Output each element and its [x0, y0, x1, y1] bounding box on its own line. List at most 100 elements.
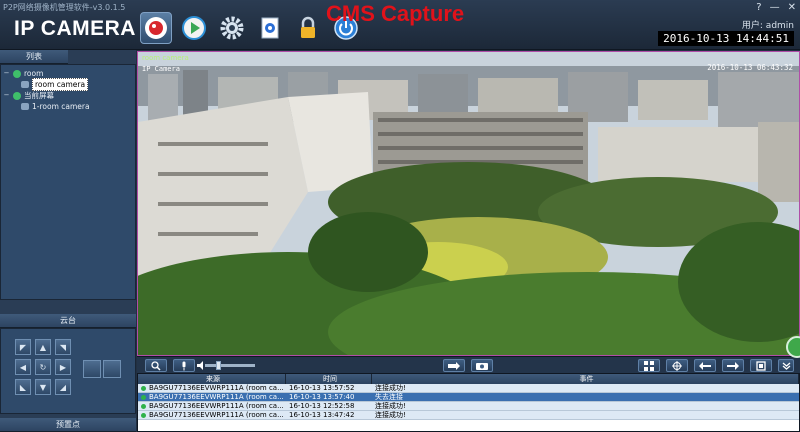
- tree-item-screen-camera[interactable]: 1-room camera: [3, 101, 133, 112]
- speaker-icon: [197, 361, 203, 370]
- row-time: 16-10-13 13:57:52: [289, 384, 355, 392]
- minimize-button[interactable]: —: [770, 2, 780, 13]
- lock-icon: [301, 16, 315, 38]
- ptz-zoom-out-button[interactable]: [103, 360, 121, 378]
- row-event: 连接成功!: [375, 402, 406, 410]
- left-panel: 列表 − room room camera − 当前屏幕 1-room came…: [0, 50, 136, 432]
- video-channel-label: room camera: [142, 54, 189, 62]
- app-title: CMS Capture: [326, 1, 465, 26]
- tab-ptz[interactable]: 云台: [0, 314, 136, 328]
- close-button[interactable]: ✕: [788, 2, 796, 13]
- layout-grid-button[interactable]: [638, 359, 660, 372]
- ptz-up-right-button[interactable]: ◥: [55, 339, 71, 355]
- grid-icon: [644, 360, 654, 371]
- snapshot-button[interactable]: [471, 359, 493, 372]
- row-time: 16-10-13 12:52:58: [289, 402, 355, 410]
- ptz-up-left-button[interactable]: ◤: [15, 339, 31, 355]
- column-time[interactable]: 时间: [286, 374, 372, 384]
- status-dot-icon: [141, 394, 146, 400]
- collapse-panel-button[interactable]: [778, 359, 794, 372]
- row-event: 连接成功!: [375, 384, 406, 392]
- record-arrow-icon: [448, 361, 460, 370]
- tree-label: 1-room camera: [32, 102, 90, 111]
- zoom-button[interactable]: [145, 359, 167, 372]
- talk-button[interactable]: [173, 359, 195, 372]
- help-button[interactable]: ?: [756, 2, 761, 13]
- status-dot-icon: [141, 385, 146, 391]
- camera-icon: [21, 81, 29, 88]
- ptz-down-right-button[interactable]: ◢: [55, 379, 71, 395]
- current-user: 用户: admin: [741, 21, 794, 31]
- microphone-icon: [182, 361, 186, 370]
- tree-label: 当前屏幕: [24, 91, 54, 100]
- ptz-up-button[interactable]: ▲: [35, 339, 51, 355]
- search-icon: [151, 360, 161, 371]
- table-row[interactable]: BA9GU77136EEVWRP111A (room ca... 16-10-1…: [138, 402, 799, 411]
- status-dot-icon: [141, 403, 146, 409]
- play-icon: [182, 16, 206, 40]
- collapse-icon[interactable]: −: [3, 90, 10, 101]
- header-bar: P2P网络摄像机管理软件-v3.0.1.5 IP CAMERA CMS Capt…: [0, 0, 800, 50]
- row-source-text: BA9GU77136EEVWRP111A (room ca...: [149, 402, 284, 410]
- row-source-text: BA9GU77136EEVWRP111A (room ca...: [149, 411, 284, 419]
- ptz-zoom-in-button[interactable]: [83, 360, 101, 378]
- ptz-down-button[interactable]: ▼: [35, 379, 51, 395]
- lock-button[interactable]: [292, 12, 324, 44]
- focus-button[interactable]: [666, 359, 688, 372]
- camera-icon: [476, 363, 488, 370]
- ptz-direction-pad: ◤ ▲ ◥ ◀ ↻ ▶ ◣ ▼ ◢: [15, 339, 75, 399]
- next-button[interactable]: [722, 359, 744, 372]
- column-event[interactable]: 事件: [372, 374, 799, 384]
- ptz-right-button[interactable]: ▶: [55, 359, 71, 375]
- tab-preset[interactable]: 预置点: [0, 418, 136, 432]
- video-view[interactable]: room camera IP Camera 2016-10-13 06:43:3…: [137, 51, 800, 356]
- row-time: 16-10-13 13:47:42: [289, 411, 355, 419]
- volume-slider-track[interactable]: [205, 364, 255, 367]
- column-source[interactable]: 来源: [138, 374, 286, 384]
- gear-icon: [220, 16, 244, 40]
- camera-icon: [21, 103, 29, 110]
- row-event: 失去连接: [375, 393, 403, 401]
- osd-camera-name: IP Camera: [142, 65, 180, 73]
- app-logo: IP CAMERA: [14, 17, 136, 40]
- record-button[interactable]: [443, 359, 465, 372]
- arrow-right-icon: [727, 361, 739, 370]
- previous-button[interactable]: [694, 359, 716, 372]
- ptz-center-button[interactable]: ↻: [35, 359, 51, 375]
- row-event: 连接成功!: [375, 411, 406, 419]
- settings-button[interactable]: [216, 12, 248, 44]
- tree-item-room-camera[interactable]: room camera: [3, 78, 133, 91]
- device-tree: − room room camera − 当前屏幕 1-room camera: [0, 64, 136, 300]
- video-control-bar: [137, 356, 800, 373]
- monitor-button[interactable]: [140, 12, 172, 44]
- group-icon: [13, 91, 21, 100]
- arrow-left-icon: [699, 361, 711, 370]
- crosshair-icon: [672, 360, 682, 371]
- ptz-left-button[interactable]: ◀: [15, 359, 31, 375]
- ptz-control: ◤ ▲ ◥ ◀ ↻ ▶ ◣ ▼ ◢: [0, 328, 136, 414]
- system-clock: 2016-10-13 14:44:51: [658, 31, 794, 46]
- row-source-text: BA9GU77136EEVWRP111A (room ca...: [149, 384, 284, 392]
- fullscreen-button[interactable]: [750, 359, 772, 372]
- cms-window: P2P网络摄像机管理软件-v3.0.1.5 IP CAMERA CMS Capt…: [0, 0, 800, 432]
- row-source-text: BA9GU77136EEVWRP111A (room ca...: [149, 393, 284, 401]
- table-row[interactable]: BA9GU77136EEVWRP111A (room ca... 16-10-1…: [138, 393, 799, 402]
- osd-timestamp: 2016-10-13 06:43:32: [707, 63, 793, 72]
- row-source: BA9GU77136EEVWRP111A (room ca...: [138, 411, 286, 419]
- volume-slider-knob[interactable]: [215, 361, 221, 370]
- fullscreen-icon: [756, 360, 766, 371]
- tree-group-current-screen[interactable]: − 当前屏幕: [3, 90, 133, 101]
- window-controls: ? — ✕: [756, 2, 796, 13]
- table-row[interactable]: BA9GU77136EEVWRP111A (room ca... 16-10-1…: [138, 384, 799, 393]
- camera-feed-image: [138, 52, 799, 355]
- table-row[interactable]: BA9GU77136EEVWRP111A (room ca... 16-10-1…: [138, 411, 799, 420]
- window-caption: P2P网络摄像机管理软件-v3.0.1.5: [3, 3, 126, 12]
- playback-button[interactable]: [178, 12, 210, 44]
- ptz-down-left-button[interactable]: ◣: [15, 379, 31, 395]
- device-config-button[interactable]: [254, 12, 286, 44]
- document-icon: [261, 17, 279, 39]
- row-time: 16-10-13 13:57:40: [289, 393, 355, 401]
- row-source: BA9GU77136EEVWRP111A (room ca...: [138, 402, 286, 410]
- tab-list[interactable]: 列表: [0, 50, 68, 64]
- collapse-icon[interactable]: −: [3, 68, 10, 79]
